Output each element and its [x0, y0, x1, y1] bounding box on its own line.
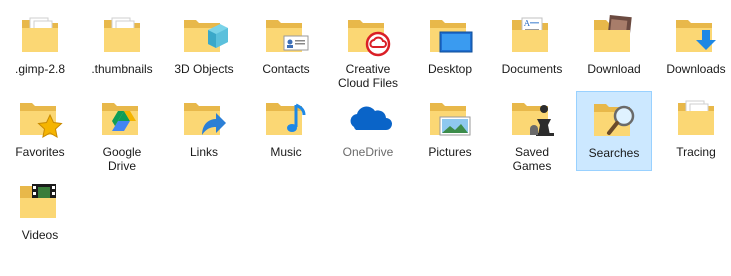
folder-download-photo-icon [590, 12, 638, 60]
folder-item-music[interactable]: Music [248, 91, 324, 171]
folder-label: .thumbnails [91, 62, 153, 76]
folder-contacts-icon [262, 12, 310, 60]
folder-item-documents[interactable]: A Documents [494, 8, 570, 88]
folder-saved-games-chess-icon [508, 95, 556, 143]
folder-label: Saved Games [512, 145, 552, 173]
folder-label: Creative Cloud Files [337, 62, 399, 90]
folder-item-pictures[interactable]: Pictures [412, 91, 488, 171]
folder-label: Documents [501, 62, 563, 76]
folder-3d-objects-icon [180, 12, 228, 60]
folder-label: Contacts [262, 62, 310, 76]
folder-item-3d-objects[interactable]: 3D Objects [166, 8, 242, 88]
folder-label: Links [189, 145, 218, 159]
folder-desktop-icon [426, 12, 474, 60]
folder-searches-magnifier-icon [590, 96, 638, 144]
folder-item-favorites[interactable]: Favorites [2, 91, 78, 171]
folder-music-note-icon [262, 95, 310, 143]
folder-pictures-icon [426, 95, 474, 143]
folder-label: Videos [21, 228, 59, 242]
folder-label: .gimp-2.8 [14, 62, 66, 76]
folder-label: Tracing [676, 145, 716, 159]
folder-label: Searches [588, 146, 640, 160]
folder-label: Download [587, 62, 641, 76]
folder-label: Favorites [15, 145, 65, 159]
folder-item-saved-games[interactable]: Saved Games [494, 91, 570, 173]
folder-item-desktop[interactable]: Desktop [412, 8, 488, 88]
folder-favorites-star-icon [16, 95, 64, 143]
svg-text:A: A [523, 19, 530, 28]
folder-item-download[interactable]: Download [576, 8, 652, 88]
folder-item-links[interactable]: Links [166, 91, 242, 171]
folder-google-drive-icon [98, 95, 146, 143]
folder-label: 3D Objects [174, 62, 234, 76]
folder-item-thumbnails[interactable]: .thumbnails [84, 8, 160, 88]
folder-label: Google Drive [102, 145, 142, 173]
folder-item-videos[interactable]: Videos [2, 174, 78, 254]
folder-label: OneDrive [342, 145, 394, 159]
folder-creative-cloud-icon [344, 12, 392, 60]
folder-downloads-arrow-icon [672, 12, 720, 60]
folder-papers-icon [16, 12, 64, 60]
folder-item-gimp[interactable]: .gimp-2.8 [2, 8, 78, 88]
folder-links-arrow-icon [180, 95, 228, 143]
folder-item-tracing[interactable]: Tracing [658, 91, 731, 171]
folder-item-searches[interactable]: Searches [576, 91, 652, 171]
folder-papers-icon [98, 12, 146, 60]
folder-grid: .gimp-2.8 .thumbnails 3D Objects Contact… [0, 8, 731, 257]
folder-item-onedrive[interactable]: OneDrive [330, 91, 406, 171]
folder-label: Downloads [666, 62, 726, 76]
folder-label: Desktop [427, 62, 473, 76]
folder-label: Pictures [428, 145, 472, 159]
folder-item-downloads[interactable]: Downloads [658, 8, 731, 88]
folder-documents-icon: A [508, 12, 556, 60]
folder-item-contacts[interactable]: Contacts [248, 8, 324, 88]
folder-papers-icon [672, 95, 720, 143]
folder-label: Music [270, 145, 302, 159]
folder-videos-filmstrip-icon [16, 178, 64, 226]
folder-item-creative-cloud-files[interactable]: Creative Cloud Files [330, 8, 406, 90]
folder-item-google-drive[interactable]: Google Drive [84, 91, 160, 173]
onedrive-cloud-icon [344, 95, 392, 143]
